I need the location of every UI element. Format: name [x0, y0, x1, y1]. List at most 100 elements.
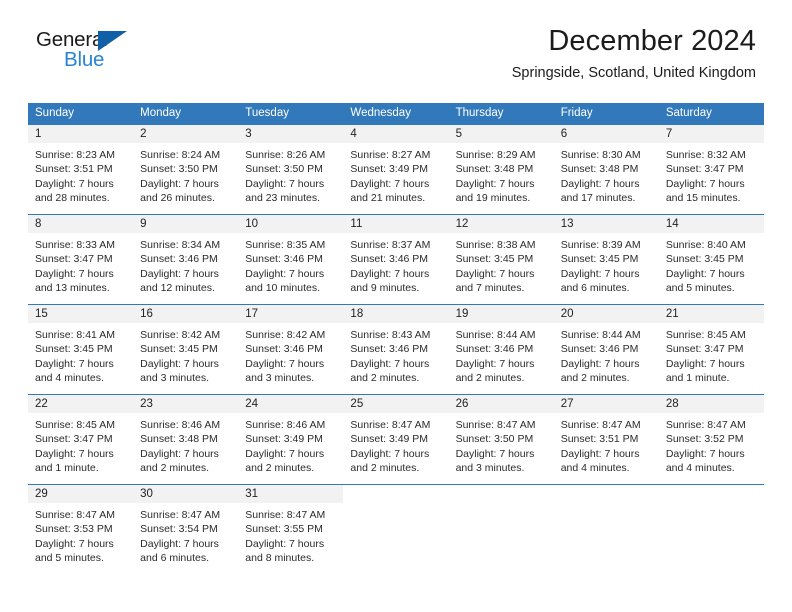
calendar-day-cell[interactable]: 2 Sunrise: 8:24 AM Sunset: 3:50 PM Daylight…	[133, 124, 239, 215]
day-details: Sunrise: 8:30 AM Sunset: 3:48 PM Daylight:…	[554, 143, 659, 205]
sunrise-time: Sunrise: 8:45 AM	[35, 419, 115, 431]
day-number	[554, 485, 659, 503]
day-cell-inner: 7 Sunrise: 8:32 AM Sunset: 3:47 PM Daylight…	[658, 125, 764, 214]
daylight-duration-line-2: and 10 minutes.	[245, 281, 320, 294]
daylight-duration-line-1: Daylight: 7 hours	[560, 447, 640, 460]
calendar-empty-cell	[448, 484, 554, 575]
calendar-day-cell[interactable]: 23 Sunrise: 8:46 AM Sunset: 3:48 PM Dayligh…	[133, 394, 239, 485]
calendar-day-cell[interactable]: 18 Sunrise: 8:43 AM Sunset: 3:46 PM Dayligh…	[343, 304, 449, 395]
day-details: Sunrise: 8:44 AM Sunset: 3:46 PM Daylight:…	[554, 323, 659, 385]
sunset-time: Sunset: 3:48 PM	[560, 163, 639, 176]
sunrise-time: Sunrise: 8:46 AM	[140, 419, 221, 431]
day-cell-inner: 20 Sunrise: 8:44 AM Sunset: 3:46 PM Dayligh…	[553, 305, 659, 394]
calendar-day-cell[interactable]: 14 Sunrise: 8:40 AM Sunset: 3:45 PM Dayligh…	[658, 214, 764, 305]
calendar-day-cell[interactable]: 13 Sunrise: 8:39 AM Sunset: 3:45 PM Dayligh…	[553, 214, 659, 305]
day-details: Sunrise: 8:37 AM Sunset: 3:46 PM Daylight:…	[343, 233, 448, 295]
sunrise-time: Sunrise: 8:44 AM	[455, 329, 536, 341]
calendar-day-cell[interactable]: 30 Sunrise: 8:47 AM Sunset: 3:54 PM Dayligh…	[133, 484, 239, 575]
sunrise-time: Sunrise: 8:34 AM	[140, 239, 221, 251]
daylight-duration-line-1: Daylight: 7 hours	[245, 537, 325, 550]
day-number: 11	[343, 215, 449, 233]
weekday-header-row: Sunday Monday Tuesday Wednesday Thursday…	[28, 103, 764, 125]
calendar-day-cell[interactable]: 4 Sunrise: 8:27 AM Sunset: 3:49 PM Daylight…	[343, 124, 449, 215]
calendar-day-cell[interactable]: 17 Sunrise: 8:42 AM Sunset: 3:46 PM Dayligh…	[238, 304, 344, 395]
calendar-day-cell[interactable]: 10 Sunrise: 8:35 AM Sunset: 3:46 PM Dayligh…	[238, 214, 344, 305]
day-cell-inner: 26 Sunrise: 8:47 AM Sunset: 3:50 PM Dayligh…	[448, 395, 554, 484]
daylight-duration-line-2: and 3 minutes.	[455, 461, 525, 474]
calendar-day-cell[interactable]: 5 Sunrise: 8:29 AM Sunset: 3:48 PM Daylight…	[448, 124, 554, 215]
daylight-duration-line-1: Daylight: 7 hours	[455, 357, 535, 370]
daylight-duration-line-2: and 2 minutes.	[455, 371, 525, 384]
day-number	[449, 485, 554, 503]
calendar-day-cell[interactable]: 11 Sunrise: 8:37 AM Sunset: 3:46 PM Dayligh…	[343, 214, 449, 305]
calendar-day-cell[interactable]: 6 Sunrise: 8:30 AM Sunset: 3:48 PM Daylight…	[553, 124, 659, 215]
day-details	[343, 503, 448, 508]
sunset-time: Sunset: 3:46 PM	[245, 253, 323, 266]
day-cell-inner: 30 Sunrise: 8:47 AM Sunset: 3:54 PM Dayligh…	[133, 485, 239, 575]
day-details: Sunrise: 8:35 AM Sunset: 3:46 PM Daylight:…	[238, 233, 343, 295]
sunrise-time: Sunrise: 8:26 AM	[245, 149, 326, 161]
sunset-time: Sunset: 3:46 PM	[560, 343, 639, 356]
day-number: 28	[658, 395, 764, 413]
sunset-time: Sunset: 3:46 PM	[350, 343, 429, 356]
calendar-day-cell[interactable]: 26 Sunrise: 8:47 AM Sunset: 3:50 PM Dayligh…	[448, 394, 554, 485]
calendar-week-row: 15 Sunrise: 8:41 AM Sunset: 3:45 PM Dayligh…	[28, 304, 764, 395]
calendar-day-cell[interactable]: 20 Sunrise: 8:44 AM Sunset: 3:46 PM Dayligh…	[553, 304, 659, 395]
daylight-duration-line-2: and 2 minutes.	[350, 461, 420, 474]
calendar-day-cell[interactable]: 3 Sunrise: 8:26 AM Sunset: 3:50 PM Daylight…	[238, 124, 344, 215]
day-cell-inner: 11 Sunrise: 8:37 AM Sunset: 3:46 PM Dayligh…	[343, 215, 449, 304]
day-number: 4	[343, 125, 449, 143]
daylight-duration-line-2: and 9 minutes.	[350, 281, 420, 294]
general-blue-logo[interactable]: General Blue	[36, 29, 146, 76]
day-cell-inner	[659, 485, 764, 575]
sunset-time: Sunset: 3:45 PM	[560, 253, 639, 266]
daylight-duration-line-2: and 28 minutes.	[35, 191, 110, 204]
daylight-duration-line-1: Daylight: 7 hours	[35, 447, 114, 460]
sunrise-time: Sunrise: 8:37 AM	[350, 239, 431, 251]
calendar-day-cell[interactable]: 22 Sunrise: 8:45 AM Sunset: 3:47 PM Dayligh…	[28, 394, 134, 485]
day-number: 18	[343, 305, 449, 323]
day-cell-inner: 9 Sunrise: 8:34 AM Sunset: 3:46 PM Daylight…	[133, 215, 239, 304]
daylight-duration-line-1: Daylight: 7 hours	[350, 267, 430, 280]
sunset-time: Sunset: 3:50 PM	[245, 163, 323, 176]
day-number: 26	[448, 395, 554, 413]
calendar-day-cell[interactable]: 31 Sunrise: 8:47 AM Sunset: 3:55 PM Dayligh…	[238, 484, 344, 575]
day-details: Sunrise: 8:45 AM Sunset: 3:47 PM Daylight:…	[28, 413, 133, 475]
calendar-day-cell[interactable]: 24 Sunrise: 8:46 AM Sunset: 3:49 PM Dayligh…	[238, 394, 344, 485]
daylight-duration-line-1: Daylight: 7 hours	[35, 267, 114, 280]
calendar-day-cell[interactable]: 7 Sunrise: 8:32 AM Sunset: 3:47 PM Daylight…	[658, 124, 764, 215]
calendar-day-cell[interactable]: 9 Sunrise: 8:34 AM Sunset: 3:46 PM Daylight…	[133, 214, 239, 305]
calendar-day-cell[interactable]: 29 Sunrise: 8:47 AM Sunset: 3:53 PM Dayligh…	[28, 484, 134, 575]
sunrise-time: Sunrise: 8:30 AM	[560, 149, 641, 161]
calendar-day-cell[interactable]: 12 Sunrise: 8:38 AM Sunset: 3:45 PM Dayligh…	[448, 214, 554, 305]
weekday-header-friday: Friday	[553, 103, 659, 125]
daylight-duration-line-2: and 2 minutes.	[560, 371, 630, 384]
calendar-day-cell[interactable]: 25 Sunrise: 8:47 AM Sunset: 3:49 PM Dayligh…	[343, 394, 449, 485]
calendar-day-cell[interactable]: 1 Sunrise: 8:23 AM Sunset: 3:51 PM Daylight…	[28, 124, 134, 215]
daylight-duration-line-2: and 13 minutes.	[35, 281, 110, 294]
day-cell-inner: 18 Sunrise: 8:43 AM Sunset: 3:46 PM Dayligh…	[343, 305, 449, 394]
day-number: 23	[133, 395, 239, 413]
calendar-day-cell[interactable]: 15 Sunrise: 8:41 AM Sunset: 3:45 PM Dayligh…	[28, 304, 134, 395]
calendar-day-cell[interactable]: 19 Sunrise: 8:44 AM Sunset: 3:46 PM Dayligh…	[448, 304, 554, 395]
calendar-empty-cell	[658, 484, 764, 575]
calendar-day-cell[interactable]: 16 Sunrise: 8:42 AM Sunset: 3:45 PM Dayligh…	[133, 304, 239, 395]
day-cell-inner: 15 Sunrise: 8:41 AM Sunset: 3:45 PM Dayligh…	[28, 305, 134, 394]
calendar-day-cell[interactable]: 28 Sunrise: 8:47 AM Sunset: 3:52 PM Dayligh…	[658, 394, 764, 485]
sunset-time: Sunset: 3:48 PM	[455, 163, 534, 176]
calendar-header-row-group: Sunday Monday Tuesday Wednesday Thursday…	[28, 103, 764, 125]
calendar-day-cell[interactable]: 21 Sunrise: 8:45 AM Sunset: 3:47 PM Dayligh…	[658, 304, 764, 395]
weekday-header-tuesday: Tuesday	[238, 103, 344, 125]
calendar-day-cell[interactable]: 27 Sunrise: 8:47 AM Sunset: 3:51 PM Dayligh…	[553, 394, 659, 485]
daylight-duration-line-2: and 26 minutes.	[140, 191, 215, 204]
day-details: Sunrise: 8:29 AM Sunset: 3:48 PM Daylight:…	[449, 143, 554, 205]
day-details	[554, 503, 659, 508]
day-details: Sunrise: 8:43 AM Sunset: 3:46 PM Daylight:…	[343, 323, 448, 385]
sunset-time: Sunset: 3:45 PM	[140, 343, 218, 356]
daylight-duration-line-1: Daylight: 7 hours	[665, 357, 745, 370]
day-details: Sunrise: 8:40 AM Sunset: 3:45 PM Daylight:…	[659, 233, 764, 295]
day-cell-inner	[554, 485, 659, 575]
daylight-duration-line-2: and 2 minutes.	[350, 371, 420, 384]
calendar-day-cell[interactable]: 8 Sunrise: 8:33 AM Sunset: 3:47 PM Daylight…	[28, 214, 134, 305]
daylight-duration-line-1: Daylight: 7 hours	[560, 357, 640, 370]
